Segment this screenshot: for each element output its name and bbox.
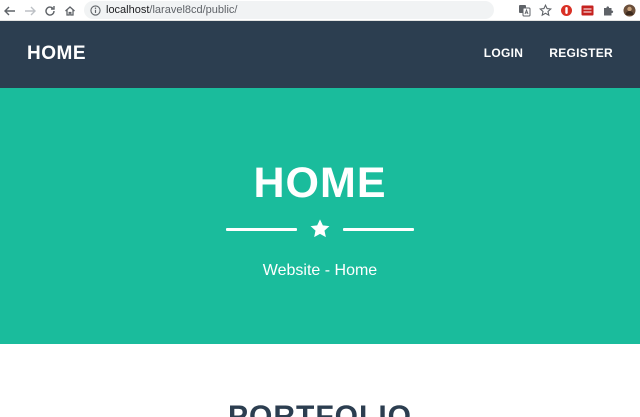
star-icon	[310, 219, 330, 238]
info-icon[interactable]	[90, 4, 101, 16]
back-arrow-icon	[4, 6, 15, 15]
browser-toolbar: localhost/laravel8cd/public/	[0, 0, 640, 21]
navbar-links: LOGIN REGISTER	[484, 46, 613, 60]
extension-badge-button[interactable]	[577, 0, 598, 21]
masthead-subtitle: Website - Home	[262, 262, 378, 279]
navbar-brand[interactable]: HOME	[27, 43, 86, 65]
portfolio-section: PORTFOLIO	[0, 344, 640, 417]
profile-avatar-icon	[623, 4, 636, 17]
back-button[interactable]	[0, 0, 20, 21]
reload-button[interactable]	[40, 0, 60, 21]
profile-button[interactable]	[619, 0, 640, 21]
portfolio-heading: PORTFOLIO	[228, 400, 412, 417]
register-link[interactable]: REGISTER	[549, 46, 613, 60]
extension-red-icon	[561, 5, 572, 16]
home-button[interactable]	[60, 0, 80, 21]
extensions-button[interactable]	[598, 0, 619, 21]
puzzle-icon	[604, 6, 614, 16]
divider-line-left	[226, 228, 297, 231]
forward-button[interactable]	[20, 0, 40, 21]
home-icon	[65, 5, 75, 16]
site-navbar: HOME LOGIN REGISTER	[0, 21, 640, 88]
extension-badge-icon	[581, 5, 594, 16]
masthead: HOME Website - Home	[0, 88, 640, 344]
url-text: localhost/laravel8cd/public/	[106, 4, 238, 16]
browser-actions	[514, 0, 640, 21]
translate-icon	[519, 5, 531, 17]
login-link[interactable]: LOGIN	[484, 46, 524, 60]
bookmark-button[interactable]	[535, 0, 556, 21]
masthead-title: HOME	[253, 159, 387, 207]
address-bar[interactable]: localhost/laravel8cd/public/	[84, 1, 494, 19]
forward-arrow-icon	[25, 6, 36, 15]
translate-button[interactable]	[514, 0, 535, 21]
reload-icon	[45, 5, 55, 16]
extension-red-button[interactable]	[556, 0, 577, 21]
divider-line-right	[343, 228, 414, 231]
bookmark-star-icon	[539, 4, 552, 17]
star-divider	[226, 218, 414, 242]
